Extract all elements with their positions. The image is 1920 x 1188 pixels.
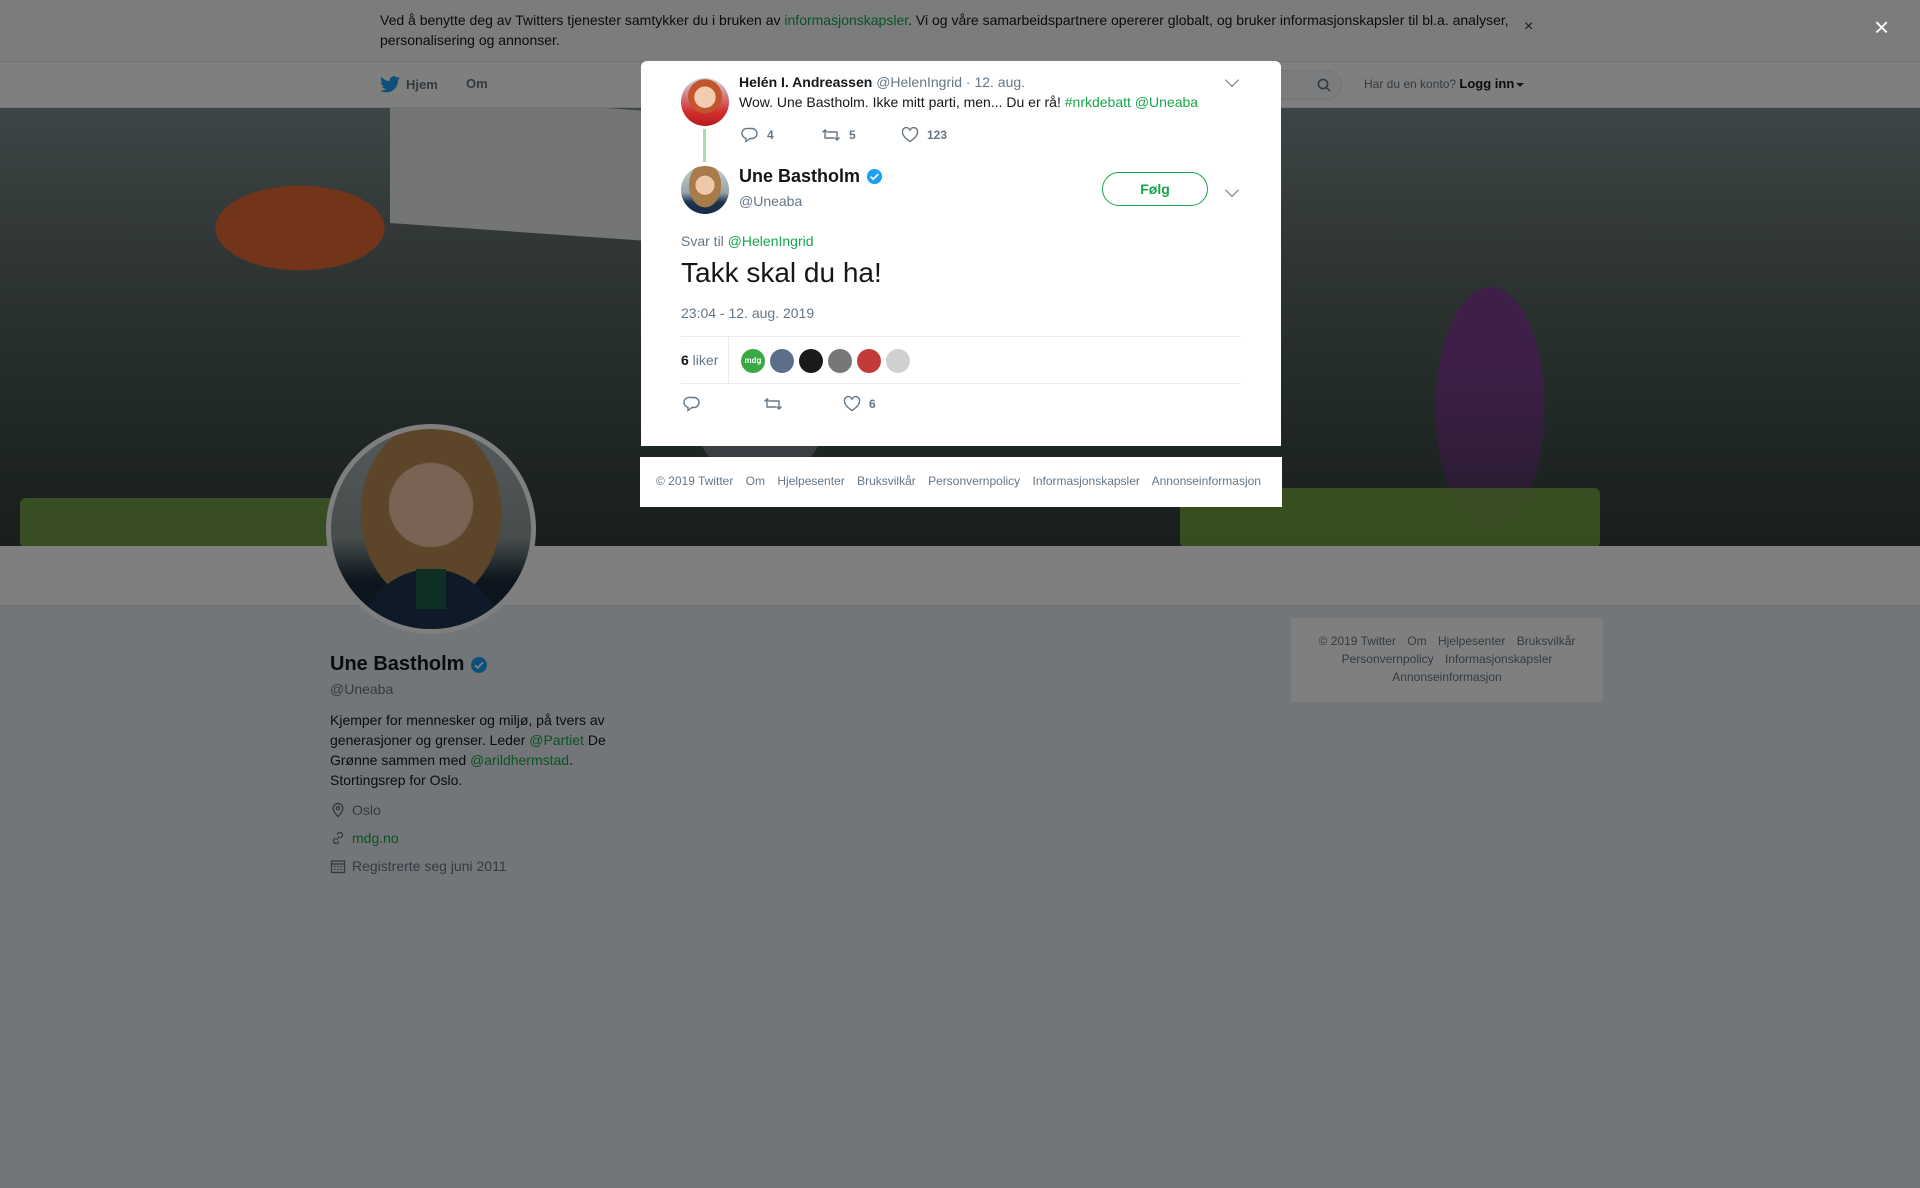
liker-avatar[interactable] xyxy=(886,349,910,373)
main-tweet-handle[interactable]: @Uneaba xyxy=(739,193,802,209)
parent-reply-count: 4 xyxy=(767,128,774,142)
parent-tweet-handle[interactable]: @HelenIngrid xyxy=(876,74,962,90)
reply-to: Svar til @HelenIngrid xyxy=(681,233,814,249)
parent-tweet-text: Wow. Une Bastholm. Ikke mitt parti, men.… xyxy=(739,94,1198,110)
follow-button[interactable]: Følg xyxy=(1102,172,1208,206)
parent-retweet-count: 5 xyxy=(849,128,856,142)
verified-icon xyxy=(866,168,883,185)
parent-tweet-date[interactable]: · 12. aug. xyxy=(966,74,1025,90)
liker-avatar[interactable] xyxy=(799,349,823,373)
modal-footer-copyright: © 2019 Twitter xyxy=(656,474,734,488)
modal-footer: © 2019 Twitter Om Hjelpesenter Bruksvilk… xyxy=(640,457,1282,507)
hashtag-link[interactable]: #nrkdebatt xyxy=(1065,94,1131,110)
mention-link[interactable]: @Uneaba xyxy=(1135,94,1198,110)
reply-icon xyxy=(683,396,700,412)
retweet-icon xyxy=(822,129,840,141)
main-tweet-avatar[interactable] xyxy=(681,166,729,214)
main-tweet-timestamp[interactable]: 23:04 - 12. aug. 2019 xyxy=(681,305,814,321)
retweet-icon xyxy=(764,398,782,410)
parent-reply-button[interactable]: 4 xyxy=(741,127,774,143)
modal-footer-privacy[interactable]: Personvernpolicy xyxy=(928,474,1020,488)
likes-number: 6 xyxy=(681,352,689,368)
modal-footer-about[interactable]: Om xyxy=(746,474,765,488)
reply-to-label: Svar til xyxy=(681,233,728,249)
main-retweet-button[interactable] xyxy=(763,396,783,412)
parent-tweet-avatar[interactable] xyxy=(681,78,729,126)
parent-tweet-body: Wow. Une Bastholm. Ikke mitt parti, men.… xyxy=(739,94,1065,110)
main-tweet-name-text: Une Bastholm xyxy=(739,166,861,186)
parent-tweet-chevron-down-icon[interactable] xyxy=(1224,72,1240,88)
tweet-modal: Helén I. Andreassen @HelenIngrid · 12. a… xyxy=(641,61,1281,446)
main-like-count: 6 xyxy=(869,397,876,411)
heart-icon xyxy=(901,127,919,143)
liker-avatar[interactable] xyxy=(857,349,881,373)
main-like-button[interactable]: 6 xyxy=(843,396,876,412)
likes-label: liker xyxy=(688,352,719,368)
modal-footer-ads[interactable]: Annonseinformasjon xyxy=(1152,474,1261,488)
tweet-stats: 6 liker mdg xyxy=(681,336,1241,384)
reply-icon xyxy=(741,127,758,143)
main-reply-button[interactable] xyxy=(683,396,701,412)
parent-tweet-header: Helén I. Andreassen @HelenIngrid · 12. a… xyxy=(739,74,1025,90)
likers-avatars: mdg xyxy=(741,349,910,373)
thread-line xyxy=(703,129,706,162)
modal-footer-cookies[interactable]: Informasjonskapsler xyxy=(1033,474,1140,488)
liker-avatar[interactable] xyxy=(770,349,794,373)
main-tweet-name[interactable]: Une Bastholm xyxy=(739,166,883,187)
likes-count[interactable]: 6 liker xyxy=(681,337,730,383)
main-tweet-text: Takk skal du ha! xyxy=(681,257,882,288)
heart-icon xyxy=(843,396,861,412)
modal-footer-help[interactable]: Hjelpesenter xyxy=(777,474,844,488)
parent-like-count: 123 xyxy=(927,128,948,142)
parent-tweet-name[interactable]: Helén I. Andreassen xyxy=(739,74,872,90)
liker-avatar[interactable]: mdg xyxy=(741,349,765,373)
close-icon[interactable]: × xyxy=(1874,12,1889,43)
parent-retweet-button[interactable]: 5 xyxy=(821,127,856,143)
reply-to-link[interactable]: @HelenIngrid xyxy=(728,233,814,249)
main-tweet-chevron-down-icon[interactable] xyxy=(1224,182,1240,198)
liker-avatar[interactable] xyxy=(828,349,852,373)
modal-footer-terms[interactable]: Bruksvilkår xyxy=(857,474,916,488)
parent-like-button[interactable]: 123 xyxy=(901,127,947,143)
